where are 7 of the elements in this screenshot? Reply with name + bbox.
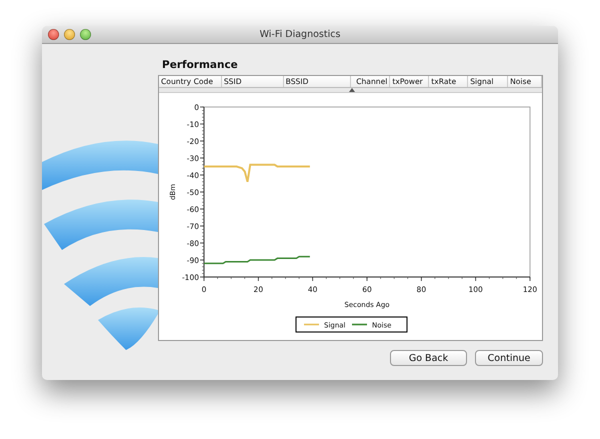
dialog-button[interactable]: Go Back bbox=[390, 350, 467, 366]
minimize-button[interactable] bbox=[64, 29, 75, 40]
window-title: Wi-Fi Diagnostics bbox=[260, 29, 340, 40]
section-title: Performance bbox=[161, 59, 239, 73]
close-button[interactable] bbox=[48, 29, 59, 40]
dialog-button[interactable]: Continue bbox=[475, 350, 543, 366]
zoom-button[interactable] bbox=[80, 29, 91, 40]
